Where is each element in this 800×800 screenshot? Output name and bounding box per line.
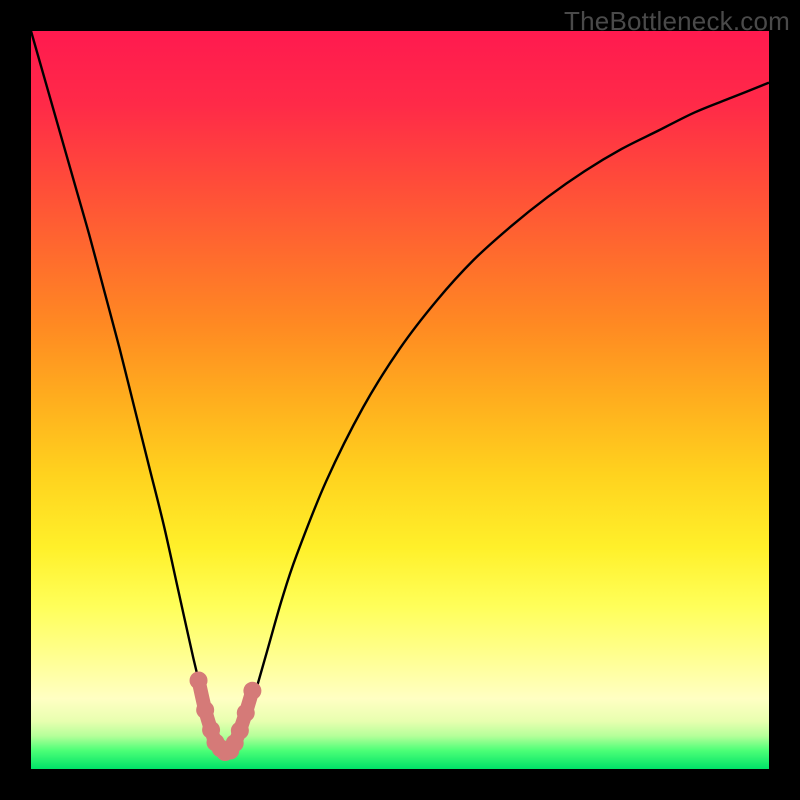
highlight-markers [190, 671, 262, 761]
highlight-dot [231, 722, 249, 740]
bottleneck-curve [31, 31, 769, 753]
highlight-dot [190, 671, 208, 689]
highlight-dot [243, 682, 261, 700]
highlight-dot [237, 704, 255, 722]
watermark-text: TheBottleneck.com [564, 6, 790, 37]
plot-area [31, 31, 769, 769]
highlight-dot [196, 701, 214, 719]
